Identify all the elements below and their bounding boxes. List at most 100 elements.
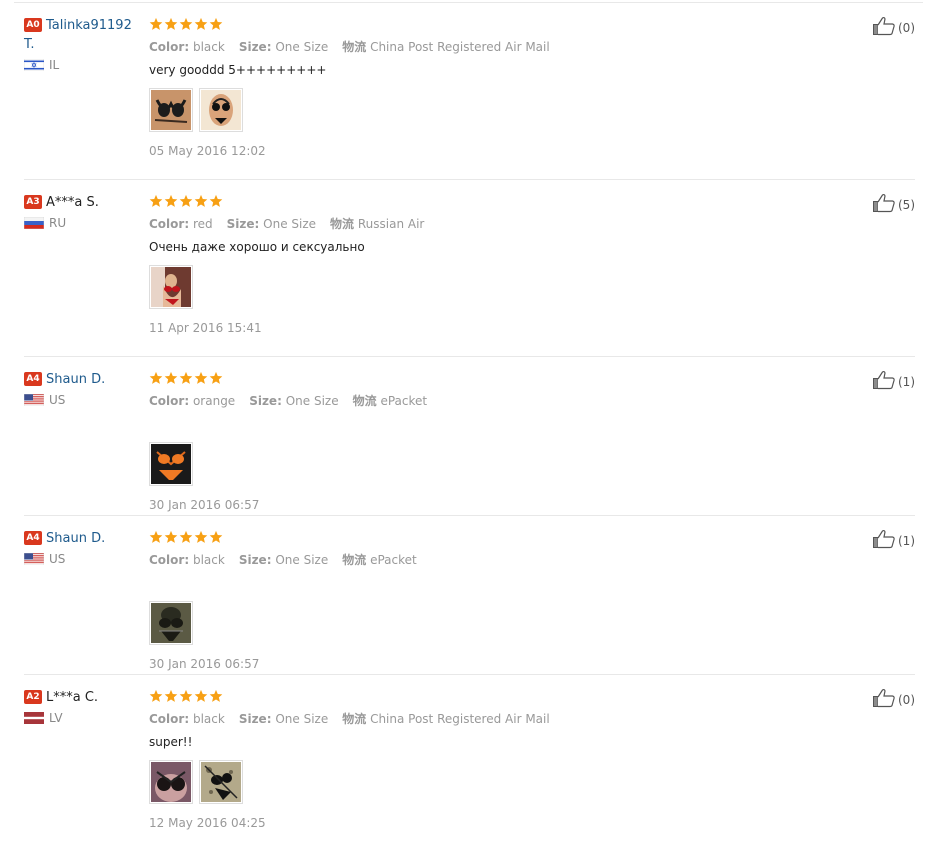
star-icon	[194, 530, 208, 547]
review-photo[interactable]	[149, 265, 193, 309]
review-photo-image	[201, 90, 241, 130]
reviewer-name[interactable]: Shaun D.	[46, 372, 105, 387]
review-photo[interactable]	[149, 601, 193, 645]
review-text	[149, 417, 749, 433]
thumbs-up-icon	[872, 370, 898, 393]
country-flag-icon	[24, 394, 44, 406]
logistics-value: China Post Registered Air Mail	[370, 40, 550, 54]
star-icon	[179, 17, 193, 34]
star-icon	[209, 194, 223, 211]
country-code: LV	[49, 711, 63, 725]
review-item: A2 L***a C. LV Color: black Size: One Size 物流…	[24, 688, 915, 838]
country-flag-icon	[24, 59, 44, 71]
helpful-button[interactable]: (5)	[872, 193, 915, 216]
logistics-value: China Post Registered Air Mail	[370, 712, 550, 726]
reviewer-country: IL	[24, 58, 136, 72]
country-flag-icon	[24, 217, 44, 229]
buyer-level-badge: A3	[24, 195, 42, 209]
helpful-button[interactable]: (1)	[872, 370, 915, 393]
review-divider	[24, 179, 915, 180]
color-label: Color:	[149, 217, 190, 231]
color-label: Color:	[149, 712, 190, 726]
size-value: One Size	[275, 553, 329, 567]
reviewer-country: US	[24, 393, 136, 407]
buyer-level-badge: A2	[24, 690, 42, 704]
color-value: red	[192, 217, 213, 231]
top-divider	[14, 2, 923, 3]
size-value: One Size	[275, 712, 329, 726]
review-content: Color: red Size: One Size 物流 Russian Air Оч…	[149, 193, 749, 335]
star-icon	[179, 689, 193, 706]
star-icon	[164, 689, 178, 706]
size-label: Size:	[238, 553, 272, 567]
review-photo-image	[151, 90, 191, 130]
review-text: Очень даже хорошо и сексуально	[149, 240, 365, 254]
review-content: Color: orange Size: One Size 物流 ePacket 30 …	[149, 370, 749, 512]
helpful-count: (5)	[898, 197, 915, 212]
thumbs-up-icon	[872, 529, 898, 552]
order-attributes: Color: black Size: One Size 物流 China Post …	[149, 38, 749, 55]
helpful-count: (1)	[898, 533, 915, 548]
star-icon	[194, 371, 208, 388]
review-content: Color: black Size: One Size 物流 China Post …	[149, 688, 749, 830]
star-icon	[209, 371, 223, 388]
color-value: black	[192, 712, 225, 726]
logistics-label: 物流	[342, 40, 367, 54]
star-icon	[164, 530, 178, 547]
logistics-value: ePacket	[380, 394, 428, 408]
size-label: Size:	[238, 712, 272, 726]
helpful-button[interactable]: (0)	[872, 688, 915, 711]
reviewer-info: A3 A***a S. RU	[24, 193, 136, 230]
star-icon	[209, 17, 223, 34]
review-date: 12 May 2016 04:25	[149, 816, 266, 830]
review-item: A4 Shaun D. US Color: orange Size: One Size 物…	[24, 370, 915, 520]
color-label: Color:	[149, 40, 190, 54]
star-rating	[149, 688, 749, 706]
review-photos	[149, 601, 749, 645]
thumbs-up-icon	[872, 688, 898, 711]
review-date: 30 Jan 2016 06:57	[149, 657, 260, 671]
star-rating	[149, 529, 749, 547]
review-photo[interactable]	[149, 88, 193, 132]
review-photo[interactable]	[149, 760, 193, 804]
size-value: One Size	[263, 217, 317, 231]
review-photo[interactable]	[149, 442, 193, 486]
star-icon	[194, 17, 208, 34]
review-divider	[24, 515, 915, 516]
star-icon	[164, 17, 178, 34]
review-item: A0 Talinka91192 T. IL Color: black Size: One…	[24, 16, 915, 166]
review-photos	[149, 442, 749, 486]
country-code: RU	[49, 216, 67, 230]
size-value: One Size	[275, 40, 329, 54]
country-flag-icon	[24, 553, 44, 565]
country-flag-icon	[24, 712, 44, 724]
reviewer-country: RU	[24, 216, 136, 230]
review-date: 11 Apr 2016 15:41	[149, 321, 262, 335]
review-photo[interactable]	[199, 760, 243, 804]
color-label: Color:	[149, 553, 190, 567]
reviewer-info: A4 Shaun D. US	[24, 370, 136, 407]
star-icon	[149, 371, 163, 388]
helpful-button[interactable]: (0)	[872, 16, 915, 39]
star-icon	[194, 194, 208, 211]
star-icon	[149, 194, 163, 211]
reviewer-name[interactable]: Shaun D.	[46, 531, 105, 546]
size-label: Size:	[249, 394, 282, 408]
reviewer-name: A***a S.	[46, 195, 99, 210]
reviewer-info: A2 L***a C. LV	[24, 688, 136, 725]
review-date: 05 May 2016 12:02	[149, 144, 266, 158]
review-photo-image	[151, 762, 191, 802]
review-photo-image	[151, 444, 191, 484]
helpful-button[interactable]: (1)	[872, 529, 915, 552]
review-content: Color: black Size: One Size 物流 ePacket 30 J…	[149, 529, 749, 671]
star-icon	[179, 530, 193, 547]
star-icon	[179, 194, 193, 211]
helpful-count: (0)	[898, 692, 915, 707]
size-value: One Size	[285, 394, 339, 408]
review-photos	[149, 265, 749, 309]
buyer-level-badge: A4	[24, 372, 42, 386]
buyer-level-badge: A0	[24, 18, 42, 32]
thumbs-up-icon	[872, 193, 898, 216]
review-photo[interactable]	[199, 88, 243, 132]
star-rating	[149, 16, 749, 34]
